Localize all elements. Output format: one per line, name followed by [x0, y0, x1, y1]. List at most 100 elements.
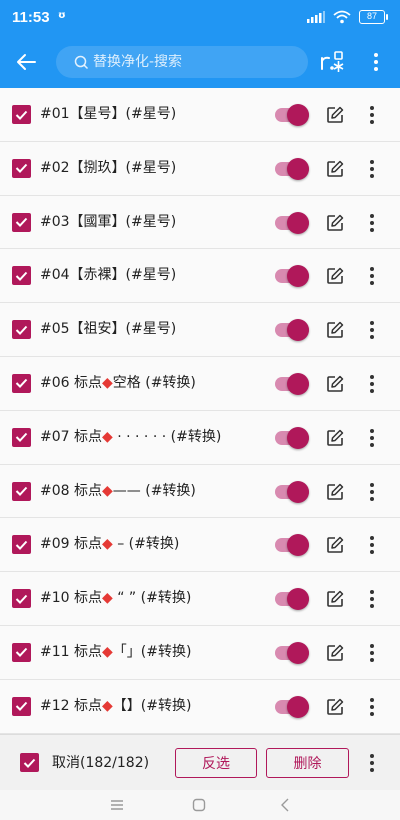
bottom-overflow-button[interactable]: [362, 751, 382, 775]
rule-more-button[interactable]: [362, 641, 382, 665]
rule-enable-toggle[interactable]: [275, 641, 309, 664]
rule-row[interactable]: #12 标点◆【】(#转换): [0, 679, 400, 734]
rule-enable-toggle[interactable]: [275, 319, 309, 342]
rule-checkbox[interactable]: [12, 266, 31, 286]
overflow-menu-button[interactable]: [364, 48, 388, 76]
more-vertical-icon: [370, 267, 374, 286]
rule-more-button[interactable]: [362, 157, 382, 181]
home-icon: [192, 798, 206, 812]
rule-row[interactable]: #07 标点◆ · · · · · · (#转换): [0, 410, 400, 465]
more-vertical-icon: [370, 428, 374, 447]
rule-checkbox[interactable]: [12, 427, 31, 447]
rule-label: #01【星号】(#星号): [40, 106, 177, 122]
edit-rule-button[interactable]: [325, 213, 345, 233]
edit-rule-button[interactable]: [325, 643, 345, 663]
edit-rule-button[interactable]: [325, 482, 345, 502]
edit-rule-button[interactable]: [325, 266, 345, 286]
rule-label: #02【捌玖】(#星号): [40, 159, 177, 176]
delete-button[interactable]: 删除: [266, 748, 349, 778]
rule-enable-toggle[interactable]: [275, 588, 309, 611]
edit-rule-button[interactable]: [325, 697, 345, 717]
rule-checkbox[interactable]: [12, 105, 31, 124]
rule-row[interactable]: #05【祖安】(#星号): [0, 303, 400, 357]
nav-menu-button[interactable]: [106, 796, 128, 814]
rule-checkbox[interactable]: [12, 373, 31, 393]
rule-checkbox[interactable]: [12, 696, 31, 716]
check-icon: [15, 433, 28, 443]
system-nav-bar: [0, 790, 400, 820]
check-icon: [15, 486, 28, 497]
rule-row[interactable]: #08 标点◆—— (#转换): [0, 464, 400, 519]
rule-more-button[interactable]: [362, 211, 382, 235]
edit-rule-button[interactable]: [325, 428, 345, 448]
rule-label: #09 标点◆ – (#转换): [40, 536, 180, 553]
rule-label: #06 标点◆空格 (#转换): [40, 374, 196, 391]
back-button[interactable]: [12, 48, 40, 76]
check-icon: [15, 648, 28, 658]
search-input[interactable]: [93, 54, 293, 70]
rule-enable-toggle[interactable]: [275, 104, 309, 126]
more-vertical-icon: [370, 643, 374, 662]
rule-row[interactable]: #10 标点◆ “ ” (#转换): [0, 572, 400, 626]
rule-more-button[interactable]: [362, 533, 382, 557]
rule-label: #12 标点◆【】(#转换): [40, 697, 192, 714]
rule-row[interactable]: #11 标点◆「」(#转换): [0, 625, 400, 680]
more-vertical-icon: [374, 53, 378, 71]
rule-more-button[interactable]: [362, 587, 382, 611]
rule-row[interactable]: #06 标点◆空格 (#转换): [0, 356, 400, 411]
status-time: 11:53: [12, 9, 50, 26]
rule-more-button[interactable]: [362, 318, 382, 342]
edit-icon: [327, 214, 344, 231]
rule-label: #11 标点◆「」(#转换): [40, 643, 192, 660]
nav-back-button[interactable]: [274, 796, 296, 814]
rule-list[interactable]: #01【星号】(#星号) #02【捌玖】(#星号) #03【國軍】(#星号) #04【…: [0, 88, 400, 734]
edit-icon: [327, 698, 344, 715]
rule-enable-toggle[interactable]: [275, 211, 309, 234]
rule-checkbox[interactable]: [12, 481, 31, 501]
edit-rule-button[interactable]: [325, 159, 345, 179]
rule-checkbox[interactable]: [12, 212, 31, 232]
search-box[interactable]: [56, 46, 308, 78]
regex-icon: [321, 51, 344, 72]
rule-enable-toggle[interactable]: [275, 372, 309, 395]
rule-checkbox[interactable]: [12, 535, 31, 555]
edit-icon: [327, 429, 344, 446]
selection-count-label: 取消(182/182): [52, 755, 150, 771]
edit-icon: [327, 537, 344, 554]
rule-label: #10 标点◆ “ ” (#转换): [40, 590, 192, 607]
edit-rule-button[interactable]: [325, 535, 345, 555]
regex-button[interactable]: [320, 50, 346, 74]
rule-enable-toggle[interactable]: [275, 534, 309, 557]
rule-row[interactable]: #09 标点◆ – (#转换): [0, 518, 400, 573]
rule-checkbox[interactable]: [12, 589, 31, 609]
edit-rule-button[interactable]: [325, 320, 345, 340]
check-icon: [15, 110, 28, 120]
rule-row[interactable]: #03【國軍】(#星号): [0, 195, 400, 250]
rule-enable-toggle[interactable]: [275, 157, 309, 180]
rule-checkbox[interactable]: [12, 642, 31, 662]
rule-enable-toggle[interactable]: [275, 265, 309, 288]
rule-row[interactable]: #04【赤裸】(#星号): [0, 249, 400, 304]
invert-selection-button[interactable]: 反选: [175, 748, 257, 778]
rule-more-button[interactable]: [362, 695, 382, 719]
rule-more-button[interactable]: [362, 480, 382, 504]
rule-enable-toggle[interactable]: [275, 426, 309, 449]
rule-more-button[interactable]: [362, 103, 382, 127]
edit-rule-button[interactable]: [325, 589, 345, 609]
rule-more-button[interactable]: [362, 264, 382, 288]
rule-checkbox[interactable]: [12, 158, 31, 178]
more-vertical-icon: [370, 536, 374, 555]
rule-row[interactable]: #01【星号】(#星号): [0, 88, 400, 142]
edit-rule-button[interactable]: [325, 105, 345, 125]
rule-more-button[interactable]: [362, 426, 382, 450]
battery-icon: 87: [359, 10, 388, 24]
nav-home-button[interactable]: [188, 796, 210, 814]
more-vertical-icon: [370, 754, 374, 772]
rule-row[interactable]: #02【捌玖】(#星号): [0, 141, 400, 196]
rule-more-button[interactable]: [362, 372, 382, 396]
rule-checkbox[interactable]: [12, 320, 31, 340]
edit-rule-button[interactable]: [325, 374, 345, 394]
rule-enable-toggle[interactable]: [275, 695, 309, 718]
select-all-checkbox[interactable]: [20, 753, 39, 772]
rule-enable-toggle[interactable]: [275, 480, 309, 503]
